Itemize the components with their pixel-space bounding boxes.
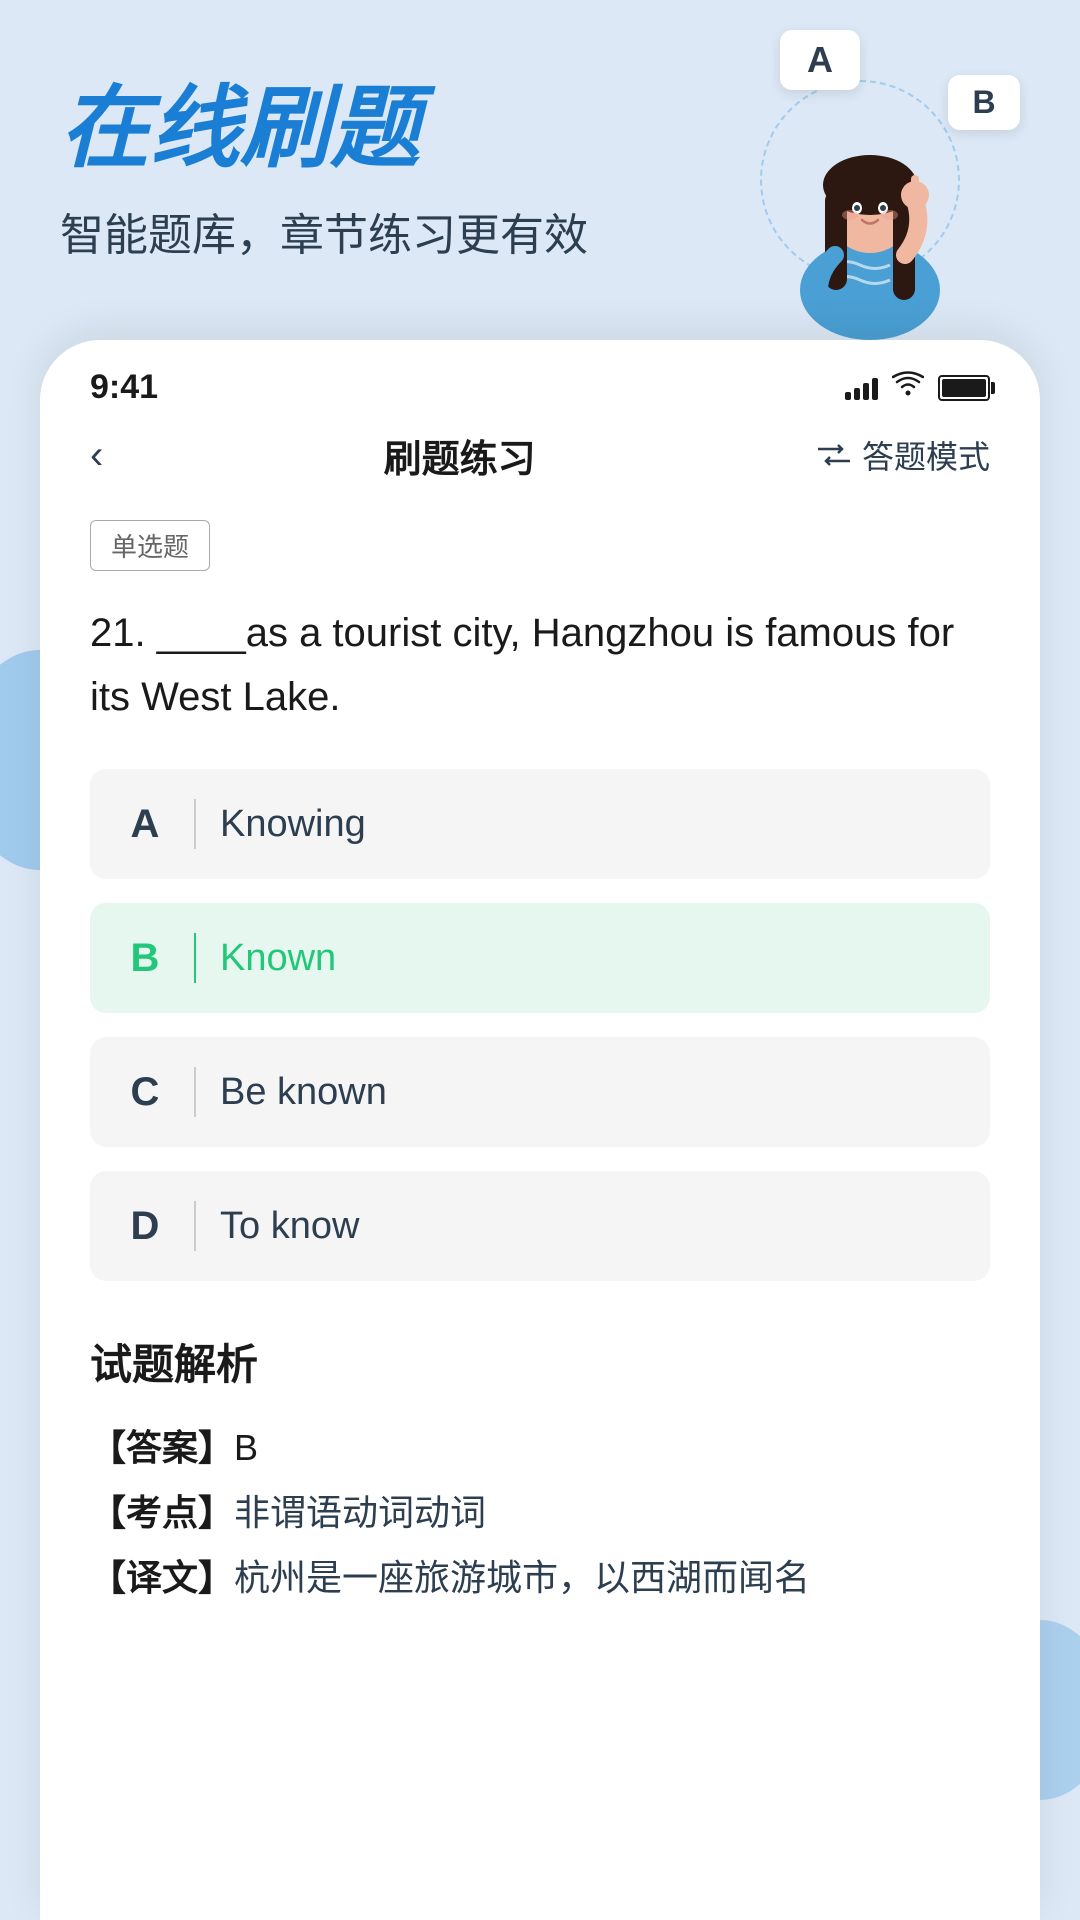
option-c-text: Be known xyxy=(220,1071,387,1114)
mode-icon xyxy=(816,441,852,469)
page-title: 刷题练习 xyxy=(384,428,536,483)
option-b-letter: B xyxy=(120,936,170,981)
keypoint-label: 【考点】 xyxy=(90,1492,234,1533)
option-c-divider xyxy=(194,1067,196,1117)
mode-label: 答题模式 xyxy=(862,432,990,478)
character-svg xyxy=(750,90,990,340)
question-type-badge: 单选题 xyxy=(90,520,210,571)
answer-value: B xyxy=(234,1427,258,1468)
option-d[interactable]: D To know xyxy=(90,1171,990,1281)
status-icons xyxy=(845,371,990,404)
keypoint-value: 非谓语动词动词 xyxy=(234,1492,486,1533)
option-b-text: Known xyxy=(220,937,336,980)
bubble-a: A xyxy=(780,30,860,90)
header-area: 在线刷题 智能题库，章节练习更有效 A B xyxy=(0,0,1080,360)
option-c-letter: C xyxy=(120,1070,170,1115)
option-d-letter: D xyxy=(120,1204,170,1249)
status-bar: 9:41 xyxy=(40,340,1040,420)
wifi-icon xyxy=(892,371,924,404)
analysis-title: 试题解析 xyxy=(90,1331,990,1392)
option-a-text: Knowing xyxy=(220,803,366,846)
analysis-answer: 【答案】B xyxy=(90,1416,990,1481)
nav-bar: ‹ 刷题练习 答题模式 xyxy=(40,420,1040,500)
status-time: 9:41 xyxy=(90,368,158,407)
phone-frame: 9:41 ‹ 刷题练习 xyxy=(40,340,1040,1920)
battery-icon xyxy=(938,375,990,401)
option-b[interactable]: B Known xyxy=(90,903,990,1013)
option-a-divider xyxy=(194,799,196,849)
character-illustration: A B xyxy=(700,20,1040,340)
option-d-text: To know xyxy=(220,1205,359,1248)
signal-icon xyxy=(845,376,878,400)
option-a[interactable]: A Knowing xyxy=(90,769,990,879)
content-area: 单选题 21. ____as a tourist city, Hangzhou … xyxy=(40,500,1040,1920)
mode-toggle[interactable]: 答题模式 xyxy=(816,432,990,478)
option-b-divider xyxy=(194,933,196,983)
answer-label: 【答案】 xyxy=(90,1427,234,1468)
question-text: 21. ____as a tourist city, Hangzhou is f… xyxy=(90,601,990,729)
translation-value: 杭州是一座旅游城市，以西湖而闻名 xyxy=(234,1557,810,1598)
translation-label: 【译文】 xyxy=(90,1557,234,1598)
option-c[interactable]: C Be known xyxy=(90,1037,990,1147)
option-a-letter: A xyxy=(120,802,170,847)
option-d-divider xyxy=(194,1201,196,1251)
back-button[interactable]: ‹ xyxy=(90,433,103,478)
analysis-section: 试题解析 【答案】B 【考点】非谓语动词动词 【译文】杭州是一座旅游城市，以西湖… xyxy=(90,1311,990,1610)
analysis-keypoint: 【考点】非谓语动词动词 xyxy=(90,1481,990,1546)
analysis-translation: 【译文】杭州是一座旅游城市，以西湖而闻名 xyxy=(90,1546,990,1611)
